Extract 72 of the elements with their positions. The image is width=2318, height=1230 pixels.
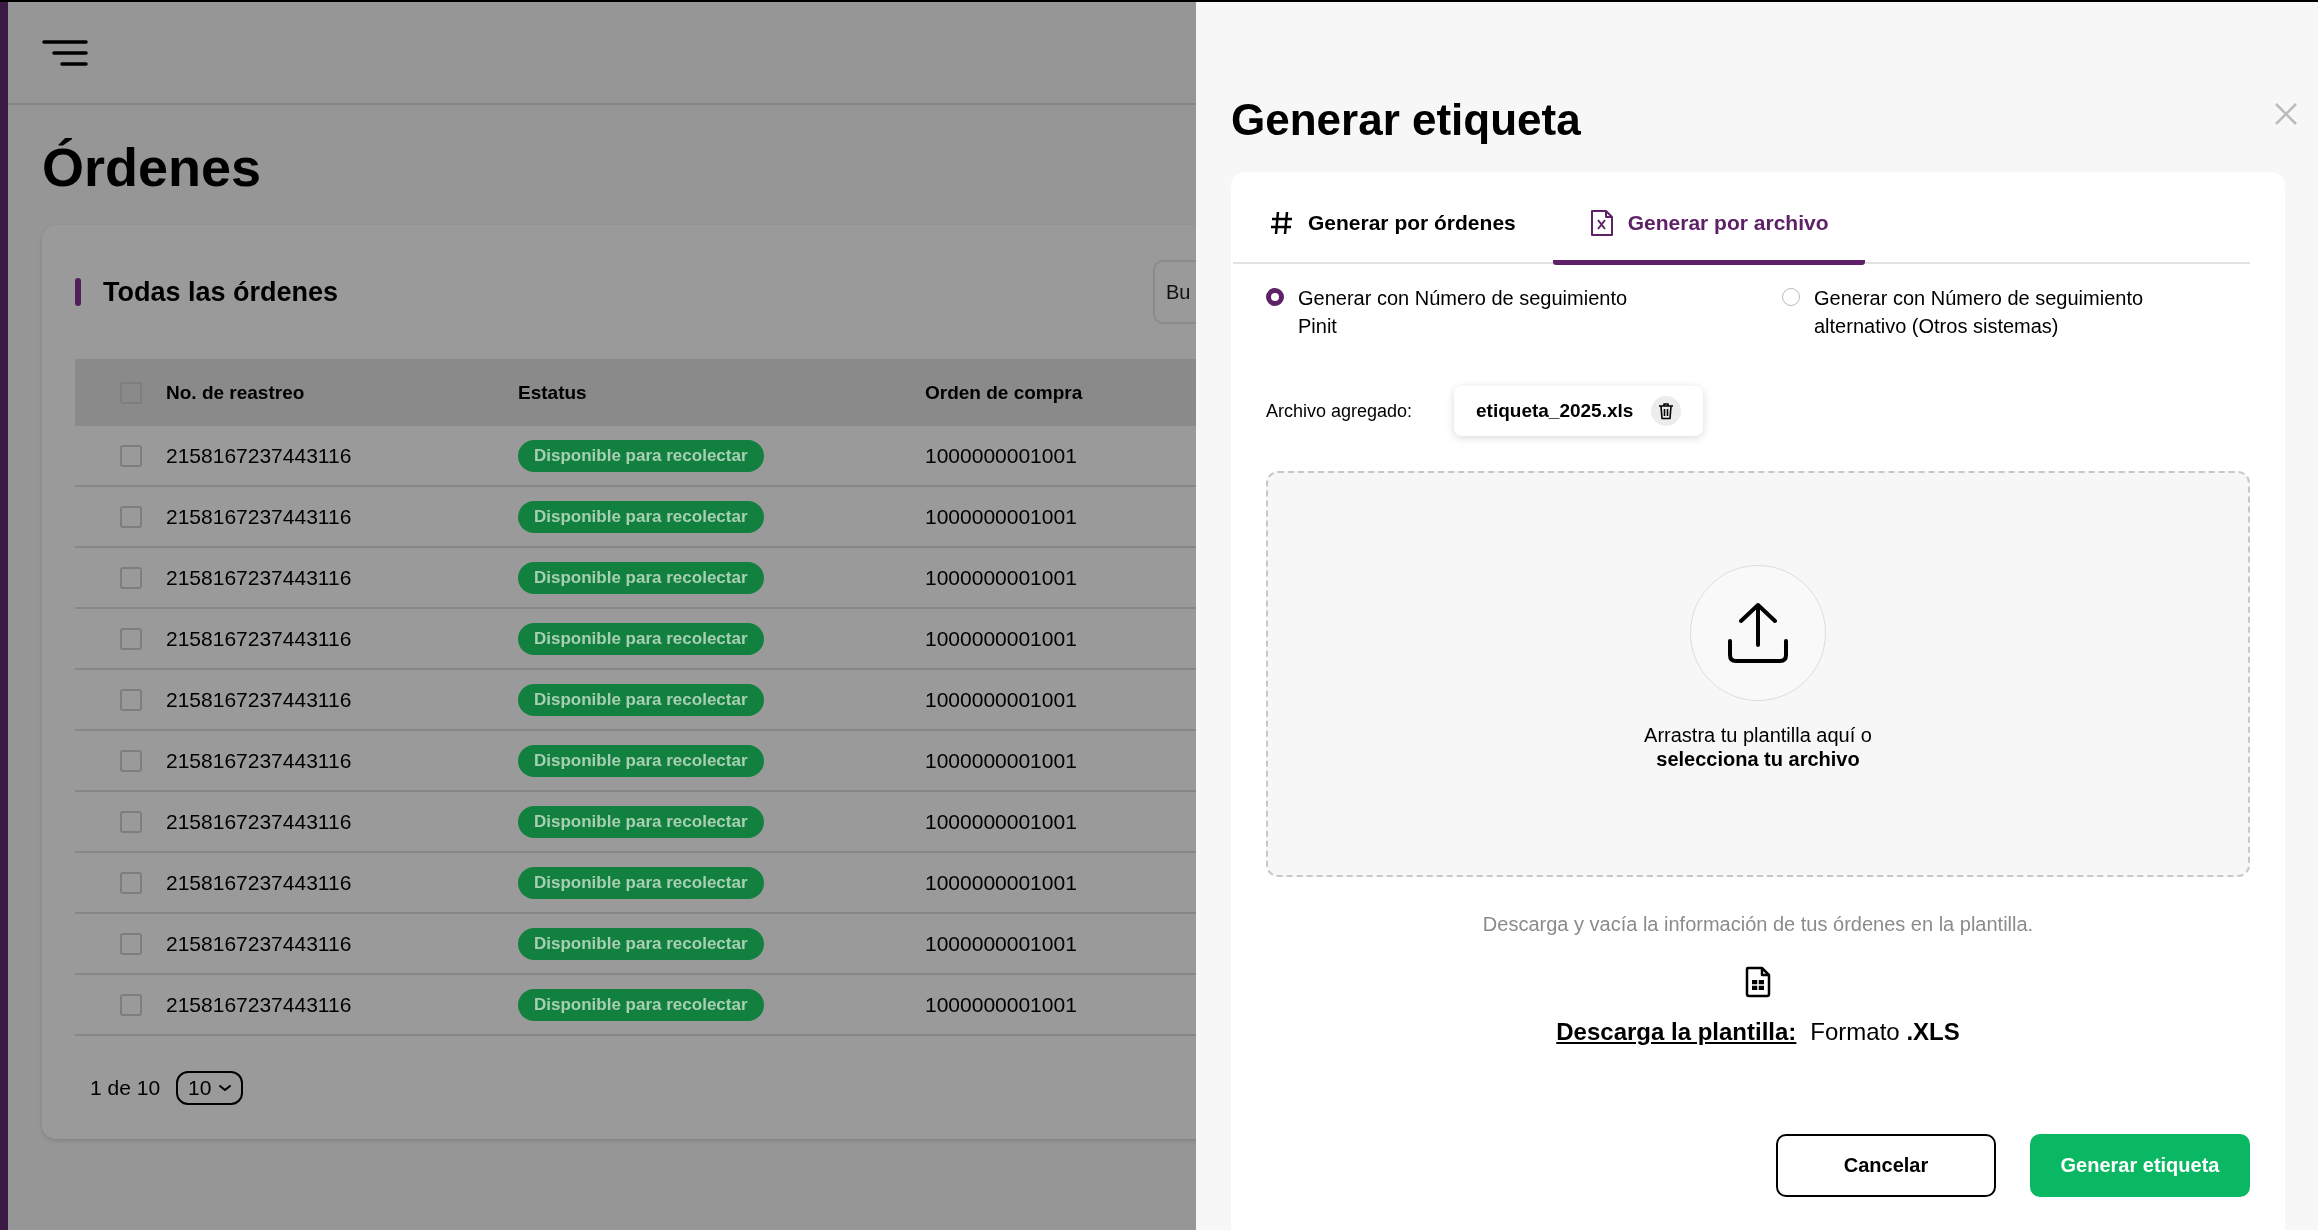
spreadsheet-file-icon	[1589, 209, 1614, 237]
order-number: 1000000001001	[925, 687, 1078, 712]
tab[interactable]: Generar por órdenes	[1233, 172, 1553, 265]
tracking-number: 2158167237443116	[166, 443, 353, 468]
tab[interactable]: Generar por archivo	[1552, 172, 1866, 265]
status-badge: Disponible para recolectar	[518, 622, 764, 655]
close-icon[interactable]	[2274, 102, 2298, 126]
drawer-title: Generar etiqueta	[1231, 94, 1581, 146]
row-checkbox[interactable]	[120, 749, 142, 772]
row-checkbox[interactable]	[120, 444, 142, 467]
order-number: 1000000001001	[925, 870, 1078, 895]
file-label: Archivo agregado:	[1266, 400, 1414, 422]
status-badge: Disponible para recolectar	[518, 744, 764, 777]
chevron-down-icon	[219, 1083, 232, 1092]
radio-button[interactable]	[1266, 288, 1284, 306]
tracking-number: 2158167237443116	[166, 931, 353, 956]
row-checkbox[interactable]	[120, 932, 142, 955]
tracking-number: 2158167237443116	[166, 565, 353, 590]
status-badge: Disponible para recolectar	[518, 683, 764, 716]
tracking-number: 2158167237443116	[166, 748, 353, 773]
row-checkbox[interactable]	[120, 810, 142, 833]
upload-icon	[1727, 601, 1789, 665]
download-template-link[interactable]: Descarga la plantilla:	[1556, 1018, 1797, 1046]
status-badge: Disponible para recolectar	[518, 988, 764, 1021]
card-title: Todas las órdenes	[103, 276, 339, 308]
tracking-number: 2158167237443116	[166, 504, 353, 529]
trash-icon	[1658, 402, 1675, 420]
order-number: 1000000001001	[925, 931, 1078, 956]
radio-option[interactable]: Generar con Número de seguimiento alternativo (Otros sistemas)	[1782, 284, 2174, 340]
tracking-number: 2158167237443116	[166, 809, 353, 834]
row-checkbox[interactable]	[120, 871, 142, 894]
status-badge: Disponible para recolectar	[518, 439, 764, 472]
drop-instructions: Arrastra tu plantilla aquí o	[1644, 723, 1872, 747]
status-badge: Disponible para recolectar	[518, 561, 764, 594]
delete-button[interactable]	[1651, 396, 1682, 426]
menu-icon[interactable]	[42, 38, 88, 67]
order-number: 1000000001001	[925, 443, 1078, 468]
row-checkbox[interactable]	[120, 993, 142, 1016]
order-number: 1000000001001	[925, 626, 1078, 651]
select-file-link[interactable]: selecciona tu archivo	[1656, 747, 1860, 771]
order-number: 1000000001001	[925, 504, 1078, 529]
status-badge: Disponible para recolectar	[518, 805, 764, 838]
status-badge: Disponible para recolectar	[518, 866, 764, 899]
row-checkbox[interactable]	[120, 688, 142, 711]
hash-icon	[1270, 210, 1294, 236]
row-checkbox[interactable]	[120, 566, 142, 589]
page-range: 1 de 10	[90, 1075, 161, 1100]
column-header: Estatus	[518, 381, 588, 404]
hint-text: Descarga y vacía la información de tus órdenes en la plantilla.	[1481, 913, 2035, 936]
column-header: No. de reastreo	[166, 381, 306, 404]
order-number: 1000000001001	[925, 565, 1078, 590]
order-number: 1000000001001	[925, 748, 1078, 773]
tracking-number: 2158167237443116	[166, 992, 353, 1017]
row-checkbox[interactable]	[120, 627, 142, 650]
cancel-button[interactable]: Cancelar	[1776, 1134, 1996, 1197]
status-badge: Disponible para recolectar	[518, 927, 764, 960]
tracking-number: 2158167237443116	[166, 870, 353, 895]
radio-option[interactable]: Generar con Número de seguimiento Pinit	[1266, 284, 1782, 340]
order-number: 1000000001001	[925, 809, 1078, 834]
tracking-number: 2158167237443116	[166, 687, 353, 712]
drop-zone[interactable]: Arrastra tu plantilla aquí o selecciona tu archivo	[1266, 471, 2250, 877]
spreadsheet-file-icon	[1745, 966, 1771, 998]
file-name: etiqueta_2025.xls	[1476, 400, 1634, 422]
status-badge: Disponible para recolectar	[518, 500, 764, 533]
order-number: 1000000001001	[925, 992, 1078, 1017]
row-checkbox[interactable]	[120, 505, 142, 528]
tracking-number: 2158167237443116	[166, 626, 353, 651]
page-size-select[interactable]: 10	[176, 1070, 244, 1105]
format-text: Formato .XLS	[1810, 1018, 1960, 1046]
page-title: Órdenes	[41, 136, 263, 199]
column-header: Orden de compra	[925, 381, 1084, 404]
title-accent	[75, 278, 81, 306]
